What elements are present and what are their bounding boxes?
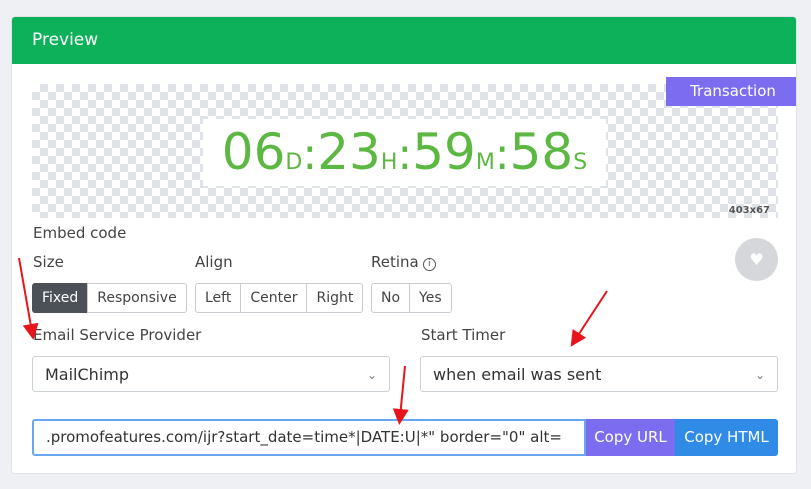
start-timer-select-value: when email was sent xyxy=(433,365,602,384)
size-label: Size xyxy=(33,253,64,271)
timer-separator: : xyxy=(494,129,510,180)
retina-no-button[interactable]: No xyxy=(371,283,411,313)
timer-days: 06 xyxy=(221,123,286,181)
align-center-button[interactable]: Center xyxy=(240,283,308,313)
size-toggle-group: Fixed Responsive xyxy=(32,283,187,313)
dimension-readout: 403x67 xyxy=(728,205,770,216)
esp-select-value: MailChimp xyxy=(45,365,129,384)
retina-label-group: Retina i xyxy=(371,253,436,271)
info-icon[interactable]: i xyxy=(422,258,436,271)
chevron-down-icon: ⌄ xyxy=(754,368,765,382)
transaction-badge[interactable]: Transaction xyxy=(666,77,796,106)
embed-code-input[interactable]: .promofeatures.com/ijr?start_date=time*|… xyxy=(32,419,586,456)
size-fixed-button[interactable]: Fixed xyxy=(32,283,89,313)
timer-hours-unit: H xyxy=(380,150,398,175)
chevron-down-icon: ⌄ xyxy=(366,368,377,382)
align-toggle-group: Left Center Right xyxy=(195,283,364,313)
timer-days-unit: D xyxy=(285,150,303,175)
esp-select[interactable]: MailChimp ⌄ xyxy=(32,356,390,392)
copy-html-button[interactable]: Copy HTML xyxy=(675,419,778,456)
card-title: Preview xyxy=(12,17,796,64)
retina-toggle-group: No Yes xyxy=(371,283,452,313)
size-responsive-button[interactable]: Responsive xyxy=(87,283,187,313)
timer-minutes-unit: M xyxy=(475,150,495,175)
preview-card: Preview 06 D : 23 H : 59 M : 58 S 403x67… xyxy=(11,16,797,474)
embed-code-title: Embed code xyxy=(33,224,127,242)
timer-seconds: 58 xyxy=(509,123,574,181)
align-label: Align xyxy=(195,253,233,271)
countdown-timer: 06 D : 23 H : 59 M : 58 S xyxy=(203,119,606,186)
favorite-button[interactable]: ♥ xyxy=(735,238,778,281)
start-timer-label: Start Timer xyxy=(421,326,506,344)
timer-separator: : xyxy=(302,129,318,180)
timer-hours: 23 xyxy=(317,123,381,181)
heart-icon: ♥ xyxy=(749,250,764,269)
embed-code-row: .promofeatures.com/ijr?start_date=time*|… xyxy=(32,419,778,456)
start-timer-select[interactable]: when email was sent ⌄ xyxy=(420,356,778,392)
retina-label: Retina xyxy=(371,253,419,271)
copy-url-button[interactable]: Copy URL xyxy=(586,419,675,456)
timer-minutes: 59 xyxy=(412,123,476,181)
timer-separator: : xyxy=(397,129,413,180)
esp-label: Email Service Provider xyxy=(33,326,202,344)
retina-yes-button[interactable]: Yes xyxy=(409,283,452,313)
align-left-button[interactable]: Left xyxy=(195,283,242,313)
timer-seconds-unit: S xyxy=(573,150,588,175)
align-right-button[interactable]: Right xyxy=(306,283,364,313)
